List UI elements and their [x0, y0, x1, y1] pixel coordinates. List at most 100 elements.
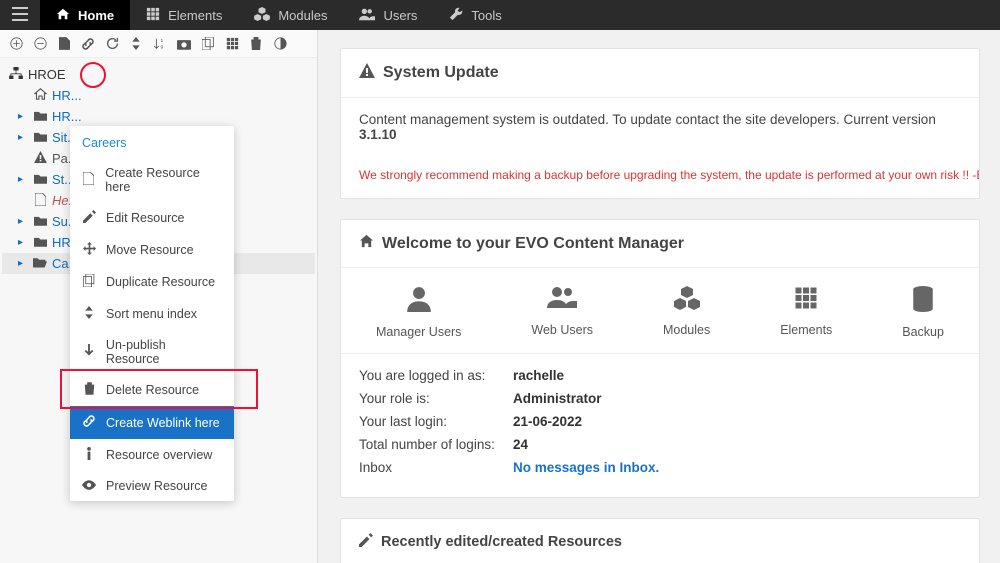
warn-icon	[32, 151, 48, 166]
tree-item-label: HR...	[52, 88, 82, 103]
tree-item[interactable]: ▸HR...	[2, 106, 315, 127]
folder-icon	[32, 173, 48, 187]
svg-text:1: 1	[160, 38, 163, 44]
sort-num-icon[interactable]: 19	[150, 34, 170, 54]
context-menu-title: Careers	[70, 126, 234, 158]
context-menu: Careers Create Resource here Edit Resourc…	[70, 126, 234, 501]
context-preview-resource[interactable]: Preview Resource	[70, 471, 234, 501]
edit-icon	[82, 210, 96, 226]
tree-toolbar: 19	[0, 30, 317, 58]
context-item-label: Move Resource	[106, 243, 194, 257]
tree-root-label: HROE	[28, 67, 66, 82]
folder-open-icon	[32, 257, 48, 271]
nav-label: Tools	[471, 8, 501, 23]
nav-label: Modules	[278, 8, 327, 23]
link-icon[interactable]	[78, 34, 98, 54]
home-icon	[359, 234, 374, 253]
svg-text:9: 9	[160, 44, 163, 50]
info-row: InboxNo messages in Inbox.	[359, 460, 961, 475]
context-item-label: Create Resource here	[105, 166, 222, 194]
context-sort-menu-index[interactable]: Sort menu index	[70, 298, 234, 330]
collapse-icon[interactable]	[30, 34, 50, 54]
panel-title: Recently edited/created Resources	[381, 534, 622, 550]
move-icon	[82, 242, 96, 258]
trash-icon	[82, 382, 96, 398]
dash-elements[interactable]: Elements	[780, 286, 832, 339]
expand-arrow-icon[interactable]: ▸	[18, 258, 28, 269]
menu-toggle[interactable]	[0, 7, 40, 24]
context-create-resource-here[interactable]: Create Resource here	[70, 158, 234, 202]
context-duplicate-resource[interactable]: Duplicate Resource	[70, 266, 234, 298]
welcome-panel: Welcome to your EVO Content Manager Mana…	[340, 219, 980, 498]
info-key: Your role is:	[359, 391, 513, 406]
refresh-icon[interactable]	[102, 34, 122, 54]
expand-arrow-icon[interactable]: ▸	[18, 132, 28, 143]
sort-icon	[82, 306, 96, 322]
new-file-icon[interactable]	[54, 34, 74, 54]
context-item-label: Resource overview	[106, 448, 212, 462]
system-update-panel: System Update Content management system …	[340, 48, 980, 199]
info-key: Total number of logins:	[359, 437, 513, 452]
context-item-label: Un-publish Resource	[106, 338, 222, 366]
context-un-publish-resource[interactable]: Un-publish Resource	[70, 330, 234, 374]
nav-label: Users	[383, 8, 417, 23]
context-create-weblink-here[interactable]: Create Weblink here	[70, 406, 234, 439]
dash-manager-users[interactable]: Manager Users	[376, 286, 461, 339]
grid-icon[interactable]	[222, 34, 242, 54]
dash-label: Backup	[902, 325, 944, 339]
expand-icon[interactable]	[6, 34, 26, 54]
dash-web-users[interactable]: Web Users	[531, 286, 593, 339]
nav-elements[interactable]: Elements	[130, 0, 238, 30]
context-resource-overview[interactable]: Resource overview	[70, 439, 234, 471]
camera-icon[interactable]	[174, 34, 194, 54]
nav-tools[interactable]: Tools	[433, 0, 517, 30]
dash-backup[interactable]: Backup	[902, 286, 944, 339]
home-o-icon	[32, 88, 48, 103]
info-value: 24	[513, 437, 528, 452]
copy-icon	[82, 274, 96, 290]
user-icon	[376, 286, 461, 319]
expand-arrow-icon[interactable]: ▸	[18, 216, 28, 227]
dash-label: Web Users	[531, 323, 593, 337]
folder-icon	[32, 215, 48, 229]
users-icon	[359, 7, 375, 24]
dash-modules[interactable]: Modules	[663, 286, 710, 339]
folder-icon	[32, 131, 48, 145]
recent-panel: Recently edited/created Resources ID TIT…	[340, 518, 980, 563]
nav-users[interactable]: Users	[343, 0, 433, 30]
info-value[interactable]: No messages in Inbox.	[513, 460, 659, 475]
update-warning: We strongly recommend making a backup be…	[341, 156, 979, 198]
sort-icon[interactable]	[126, 34, 146, 54]
dash-label: Manager Users	[376, 325, 461, 339]
nav-label: Elements	[168, 8, 222, 23]
grid-icon	[780, 286, 832, 317]
home-icon	[56, 7, 70, 24]
tree-root[interactable]: HROE	[2, 64, 315, 85]
nav-home[interactable]: Home	[40, 0, 130, 30]
expand-arrow-icon[interactable]: ▸	[18, 237, 28, 248]
panel-title: System Update	[383, 64, 499, 82]
edit-icon	[359, 533, 373, 551]
sidebar: 19 HROE HR...▸HR...▸Sit...Pa...▸St...He.…	[0, 30, 318, 563]
expand-arrow-icon[interactable]: ▸	[18, 111, 28, 122]
context-item-label: Preview Resource	[106, 479, 207, 493]
context-delete-resource[interactable]: Delete Resource	[70, 374, 234, 406]
info-icon	[82, 447, 96, 463]
file-icon	[82, 172, 95, 188]
info-row: Total number of logins:24	[359, 437, 961, 452]
dash-label: Elements	[780, 323, 832, 337]
info-row: Your role is:Administrator	[359, 391, 961, 406]
nav-modules[interactable]: Modules	[238, 0, 343, 30]
contrast-icon[interactable]	[270, 34, 290, 54]
context-item-label: Edit Resource	[106, 211, 185, 225]
copy-icon[interactable]	[198, 34, 218, 54]
main-content: System Update Content management system …	[318, 30, 1000, 563]
info-row: Your last login:21-06-2022	[359, 414, 961, 429]
context-move-resource[interactable]: Move Resource	[70, 234, 234, 266]
expand-arrow-icon[interactable]: ▸	[18, 174, 28, 185]
context-edit-resource[interactable]: Edit Resource	[70, 202, 234, 234]
cubes-icon	[254, 7, 270, 24]
tree-item[interactable]: HR...	[2, 85, 315, 106]
trash-icon[interactable]	[246, 34, 266, 54]
eye-icon	[82, 479, 96, 493]
